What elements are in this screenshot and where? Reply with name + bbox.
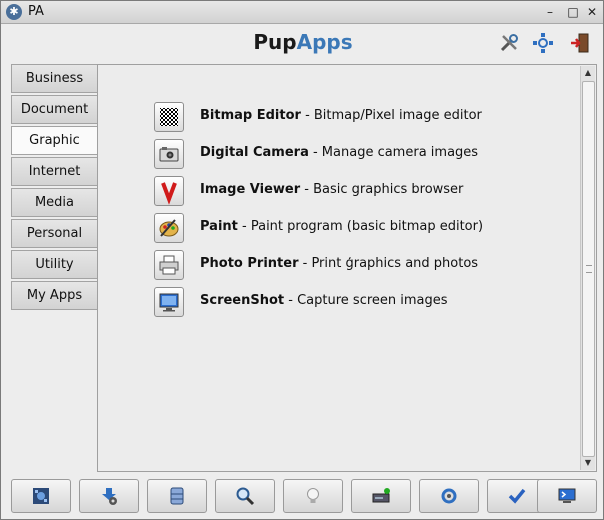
app-name[interactable]: Paint — [200, 219, 238, 234]
tab-utility[interactable]: Utility — [11, 250, 97, 279]
close-button[interactable]: ✕ — [585, 5, 599, 19]
lightbulb-icon — [307, 488, 319, 503]
app-name[interactable]: ScreenShot — [200, 293, 284, 308]
drive-icon — [372, 488, 390, 503]
tab-graphic[interactable]: Graphic — [11, 126, 97, 155]
terminal-icon — [558, 488, 576, 503]
settings-gear-icon — [441, 488, 457, 504]
install-button[interactable] — [79, 479, 139, 513]
scroll-down-icon[interactable]: ▼ — [582, 457, 594, 469]
checkmark-icon — [508, 488, 526, 504]
app-description: - Paint program (basic bitmap editor) — [237, 219, 484, 234]
tab-business[interactable]: Business — [11, 64, 97, 93]
camera-icon[interactable] — [154, 139, 184, 169]
tools-icon[interactable] — [498, 32, 520, 54]
puzzle-icon — [33, 488, 49, 504]
search-button[interactable] — [215, 479, 275, 513]
scroll-up-icon[interactable]: ▲ — [582, 67, 594, 79]
app-description: - Capture screen images — [284, 293, 448, 308]
app-list-panel: Bitmap Editor - Bitmap/Pixel image edito… — [97, 64, 597, 472]
app-description: - Manage camera images — [308, 145, 479, 160]
app-name[interactable]: Digital Camera — [200, 145, 309, 160]
vertical-scrollbar[interactable]: ▲ ▼ — [580, 66, 595, 470]
tab-internet[interactable]: Internet — [11, 157, 97, 186]
header: PupApps — [1, 24, 603, 62]
app-description: - Print ģraphics and photos — [298, 256, 479, 271]
app-name[interactable]: Image Viewer — [200, 182, 300, 197]
terminal-button[interactable] — [537, 479, 597, 513]
drive-button[interactable] — [351, 479, 411, 513]
bitmap-editor-icon[interactable] — [154, 102, 184, 132]
app-name[interactable]: Photo Printer — [200, 256, 298, 271]
network-icon[interactable] — [532, 32, 554, 54]
title-bar[interactable]: ✱ PA – □ ✕ — [1, 1, 603, 24]
database-button[interactable] — [147, 479, 207, 513]
exit-icon[interactable] — [569, 32, 591, 54]
window-title: PA — [28, 4, 44, 19]
search-icon — [236, 487, 255, 506]
tab-personal[interactable]: Personal — [11, 219, 97, 248]
scroll-thumb[interactable] — [582, 81, 595, 457]
bottom-toolbar — [1, 479, 603, 517]
puzzle-button[interactable] — [11, 479, 71, 513]
settings-button[interactable] — [419, 479, 479, 513]
image-viewer-icon[interactable] — [154, 176, 184, 206]
app-name[interactable]: Bitmap Editor — [200, 108, 301, 123]
paint-icon[interactable] — [154, 213, 184, 243]
app-window: ✱ PA – □ ✕ PupApps Business Document Gra… — [0, 0, 604, 520]
download-settings-icon — [102, 488, 117, 505]
category-tabs: Business Document Graphic Internet Media… — [11, 64, 97, 312]
tab-my-apps[interactable]: My Apps — [11, 281, 97, 310]
tab-document[interactable]: Document — [11, 95, 97, 124]
minimize-button[interactable]: – — [543, 5, 557, 19]
app-description: - Bitmap/Pixel image editor — [300, 108, 482, 123]
printer-icon[interactable] — [154, 250, 184, 280]
tab-media[interactable]: Media — [11, 188, 97, 217]
tips-button[interactable] — [283, 479, 343, 513]
maximize-button[interactable]: □ — [566, 5, 580, 19]
grip-icon — [586, 265, 592, 273]
puppy-logo-icon: ✱ — [6, 4, 22, 20]
database-icon — [170, 487, 184, 505]
screenshot-icon[interactable] — [154, 287, 184, 317]
app-description: - Basic graphics browser — [300, 182, 464, 197]
